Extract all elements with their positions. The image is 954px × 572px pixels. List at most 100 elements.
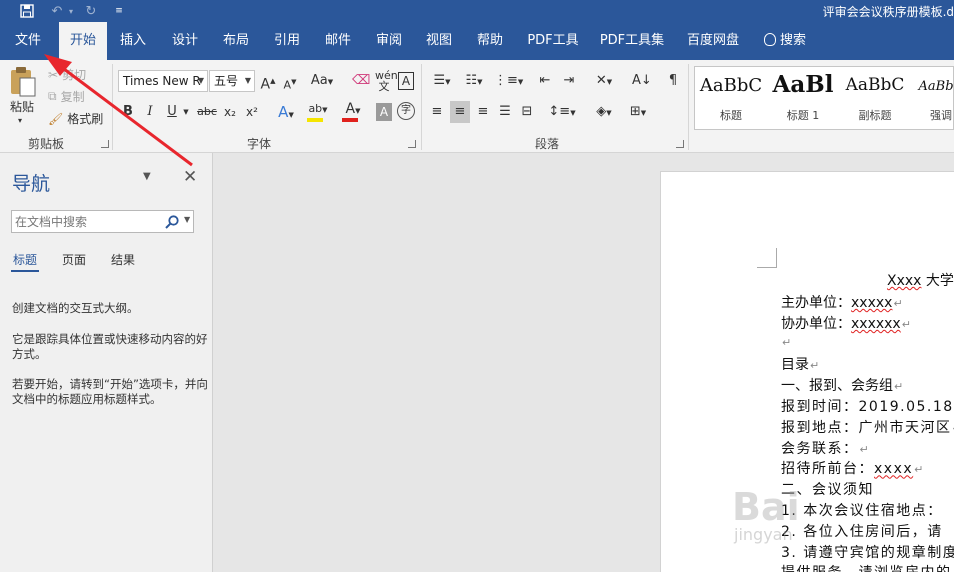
style-name: 标题 1 (786, 109, 820, 122)
line-spacing-icon[interactable]: ↕≡▼ (548, 103, 576, 121)
highlight-icon[interactable]: ab▼ (305, 100, 331, 122)
font-launcher-icon[interactable] (408, 140, 416, 148)
shrink-font-icon[interactable]: A▼ (282, 73, 298, 92)
redo-icon[interactable]: ↻ (82, 2, 100, 20)
phonetic-guide-icon[interactable]: wén 文 (375, 70, 398, 92)
ribbon-tabs: 文件 开始 插入 设计 布局 引用 邮件 审阅 视图 帮助 PDF工具 PDF工… (0, 22, 954, 60)
nav-help-text: 创建文档的交互式大纲。 (12, 301, 139, 315)
doc-line: 2. 各位入住房间后，请 (781, 521, 943, 541)
nav-tab-results[interactable]: 结果 (111, 251, 135, 268)
enclose-characters-icon[interactable]: 字 (397, 102, 415, 120)
format-painter-button[interactable]: 🖌 格式刷 (48, 110, 103, 127)
nav-search-input[interactable] (15, 213, 160, 230)
tab-help[interactable]: 帮助 (468, 22, 512, 60)
numbering-icon[interactable]: ☷▼ (460, 72, 488, 90)
paste-icon[interactable] (8, 66, 40, 98)
tab-references[interactable]: 引用 (265, 22, 309, 60)
grow-font-icon[interactable]: A▲ (260, 72, 276, 93)
character-shading-icon[interactable]: A (376, 103, 392, 121)
shrink-font-glyph: A (283, 78, 292, 92)
group-separator (421, 64, 422, 150)
italic-icon[interactable]: I (142, 103, 158, 121)
style-emphasis[interactable]: AaBbC 强调 (911, 67, 954, 129)
superscript-icon[interactable]: x² (243, 103, 261, 121)
doc-line: 协办单位：xxxxxx↵ (781, 313, 911, 333)
character-border-icon[interactable]: A (398, 72, 414, 90)
close-icon[interactable]: ✕ (183, 167, 197, 187)
subscript-icon[interactable]: x₂ (221, 103, 239, 121)
tab-review[interactable]: 审阅 (367, 22, 411, 60)
undo-icon[interactable]: ↶ (47, 2, 67, 20)
highlight-color-swatch (307, 118, 323, 122)
paragraph-launcher-icon[interactable] (676, 140, 684, 148)
style-subtitle[interactable]: AaBbC 副标题 (839, 67, 911, 129)
tab-home[interactable]: 开始 (59, 22, 107, 60)
text-effects-icon[interactable]: A▼ (274, 103, 298, 121)
tab-file[interactable]: 文件 (5, 22, 51, 60)
bold-icon[interactable]: B (120, 103, 136, 121)
chevron-down-icon[interactable]: ▼ (184, 215, 190, 224)
window-title: 评审会会议秩序册模板.d (822, 5, 954, 19)
paste-dropdown-icon[interactable]: ▾ (18, 116, 22, 125)
doc-heading-text: 大学 (921, 273, 954, 289)
paragraph-mark: ↵ (859, 442, 871, 456)
doc-line-text: 主办单位： (781, 295, 851, 311)
paste-button[interactable]: 粘贴 (10, 98, 34, 115)
decrease-indent-icon[interactable]: ⇤ (536, 72, 554, 90)
nav-help-text: 它是跟踪具体位置或快速移动内容的好方式。 (12, 332, 208, 361)
underline-icon[interactable]: U (164, 103, 180, 121)
align-left-icon[interactable]: ≡ (428, 103, 446, 121)
style-title[interactable]: AaBbC 标题 (695, 67, 767, 129)
borders-icon[interactable]: ⊞▼ (624, 103, 652, 121)
nav-options-icon[interactable]: ▼ (143, 171, 151, 182)
chinese-layout-icon[interactable]: ✕▼ (590, 72, 618, 90)
sort-icon[interactable]: A↓ (632, 72, 652, 90)
grow-font-glyph: A (260, 76, 271, 93)
doc-line: 1. 本次会议住宿地点： (781, 500, 943, 520)
save-icon[interactable] (18, 2, 36, 20)
bullets-icon[interactable]: ☰▼ (428, 72, 456, 90)
increase-indent-icon[interactable]: ⇥ (560, 72, 578, 90)
tab-pdf-toolset[interactable]: PDF工具集 (596, 22, 668, 60)
chevron-down-icon[interactable]: ▼ (181, 103, 191, 121)
style-preview: AaBbC (918, 79, 954, 94)
tell-me-search[interactable]: 搜索 (760, 22, 810, 60)
align-center-icon[interactable]: ≡ (450, 101, 470, 123)
multilevel-list-icon[interactable]: ⋮≡▼ (494, 72, 523, 90)
distribute-icon[interactable]: ⊟ (518, 103, 536, 121)
nav-tab-pages[interactable]: 页面 (62, 251, 86, 268)
search-icon[interactable] (164, 214, 180, 230)
scissors-icon: ✂ (48, 67, 59, 82)
justify-icon[interactable]: ☰ (496, 103, 514, 121)
style-heading-1[interactable]: AaBl 标题 1 (767, 67, 839, 129)
customize-icon[interactable]: ≡ (112, 2, 126, 20)
clear-formatting-icon[interactable]: ⌫ (352, 72, 370, 90)
font-color-icon[interactable]: A▼ (340, 100, 366, 122)
styles-gallery: AaBbC 标题 AaBl 标题 1 AaBbC 副标题 AaBbC 强调 (694, 66, 954, 130)
tab-layout[interactable]: 布局 (214, 22, 258, 60)
align-right-icon[interactable]: ≡ (474, 103, 492, 121)
tab-mailings[interactable]: 邮件 (316, 22, 360, 60)
document-page[interactable]: Xxxx 大学 主办单位：xxxxx↵ 协办单位：xxxxxx↵ ↵ 目录↵ 一、报到、… (660, 171, 954, 572)
doc-line: 报到地点：广州市天河区↵ (781, 417, 954, 437)
strikethrough-icon[interactable]: abc (195, 103, 219, 121)
change-case-icon[interactable]: Aa▼ (309, 72, 335, 90)
tab-insert[interactable]: 插入 (111, 22, 155, 60)
tab-pdf-tools[interactable]: PDF工具 (523, 22, 583, 60)
tab-design[interactable]: 设计 (163, 22, 207, 60)
cut-button[interactable]: ✂ 剪切 (48, 66, 86, 83)
paragraph-mark: ↵ (810, 359, 820, 373)
tab-baidu-netdisk[interactable]: 百度网盘 (682, 22, 744, 60)
font-name-combo[interactable]: Times New R ▼ (118, 70, 208, 92)
group-separator (112, 64, 113, 150)
shading-icon[interactable]: ◈▼ (590, 103, 618, 121)
nav-tab-headings[interactable]: 标题 (13, 251, 37, 268)
font-size-combo[interactable]: 五号 ▼ (209, 70, 255, 92)
show-marks-icon[interactable]: ¶ (666, 72, 680, 90)
tab-view[interactable]: 视图 (417, 22, 461, 60)
clipboard-launcher-icon[interactable] (101, 140, 109, 148)
doc-line-text: 3. 请遵守宾馆的规章制度 (781, 544, 954, 561)
copy-button[interactable]: ⧉ 复制 (48, 88, 85, 105)
undo-dropdown-icon[interactable]: ▾ (66, 2, 76, 20)
copy-icon: ⧉ (48, 89, 57, 103)
